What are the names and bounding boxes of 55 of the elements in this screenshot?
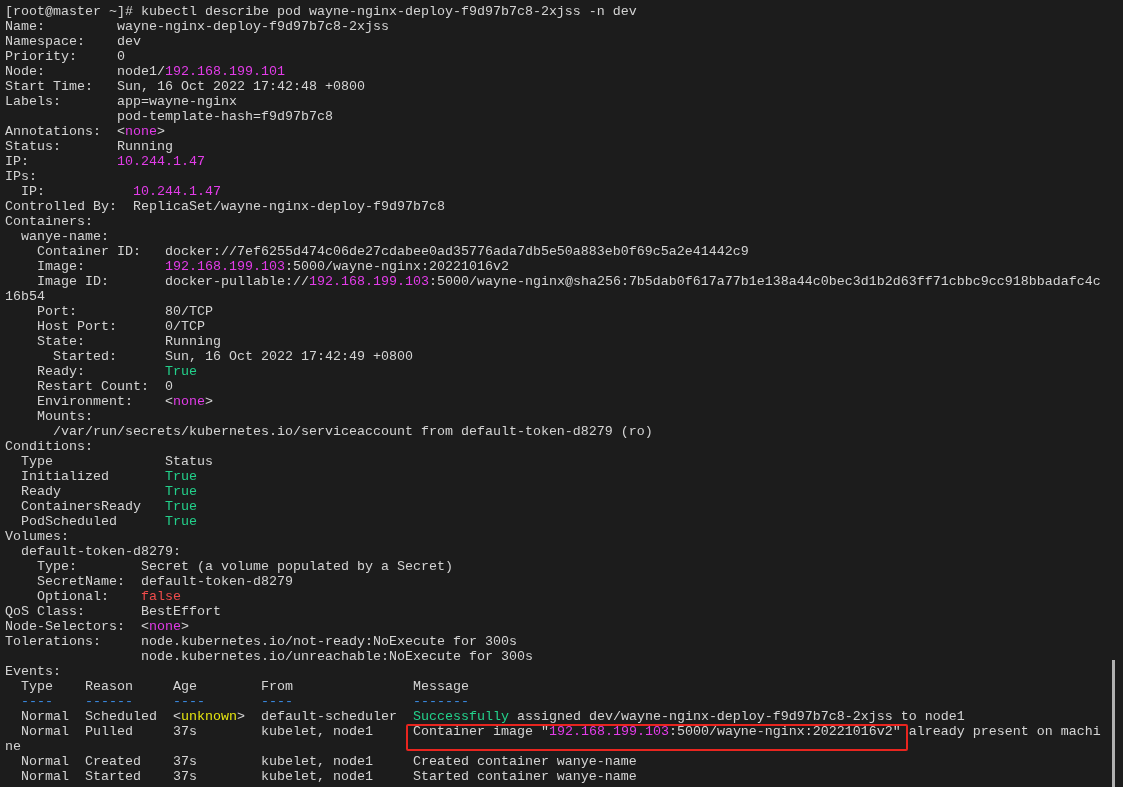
terminal-line: SecretName: default-token-d8279 (36, 574, 293, 589)
terminal-line: Annotations: <none> (5, 124, 165, 139)
terminal-line: Ready: True (36, 364, 197, 379)
highlighted-text: Container image "192.168.199.103:5000/wayne-nginx:20221016v2" (405, 724, 908, 751)
terminal-line: Volumes: (5, 529, 69, 544)
terminal-line: IP: 10.244.1.47 (5, 154, 205, 169)
terminal-line: ContainersReady True (20, 499, 197, 514)
terminal-line: Normal Created 37s kubelet, node1 Created container wanye-name (20, 754, 637, 769)
terminal-line: Optional: false (36, 589, 181, 604)
terminal-line: Ready True (20, 484, 197, 499)
terminal-line: Started: Sun, 16 Oct 2022 17:42:49 +0800 (52, 349, 413, 364)
terminal-line: IP: 10.244.1.47 (20, 184, 221, 199)
scrollbar-thumb[interactable] (1112, 660, 1115, 787)
terminal-line: Controlled By: ReplicaSet/wayne-nginx-deploy-f9d97b7c8 (5, 199, 445, 214)
terminal-line: 16b54 (5, 289, 45, 304)
terminal-line: IPs: (5, 169, 37, 184)
terminal-line: Namespace: dev (5, 34, 141, 49)
terminal-line: PodScheduled True (20, 514, 197, 529)
terminal-line: Restart Count: 0 (36, 379, 173, 394)
terminal-line: Container ID: docker://7ef6255d474c06de27cdabee0ad35776ada7db5e50a883eb0f69c5a2e41442c9 (36, 244, 749, 259)
terminal-text: Normal Pulled 37s kubelet, node1 (20, 724, 374, 739)
terminal-line: Image: 192.168.199.103:5000/wayne-nginx:20221016v2 (36, 259, 509, 274)
terminal-line: Node: node1/192.168.199.101 (5, 64, 285, 79)
terminal-line: Start Time: Sun, 16 Oct 2022 17:42:48 +0800 (5, 79, 365, 94)
terminal-line: Port: 80/TCP (36, 304, 213, 319)
terminal-line: Type Status (20, 454, 213, 469)
terminal-line: ---- ------ ---- ---- ------- (20, 694, 469, 709)
terminal-line: Environment: <none> (36, 394, 213, 409)
terminal-text: already present on machi (907, 724, 1101, 739)
terminal-line: default-token-d8279: (20, 544, 181, 559)
terminal-line: Normal Scheduled <unknown> default-scheduler Successfully assigned dev/wayne-nginx-deploy-f9d97b7c8-2xjss to node1 (20, 709, 965, 724)
terminal-line: ne (5, 739, 21, 754)
terminal-line: Containers: (5, 214, 93, 229)
terminal-line: Labels: app=wayne-nginx (5, 94, 237, 109)
terminal-line: Node-Selectors: <none> (5, 619, 189, 634)
terminal-line: Normal Started 37s kubelet, node1 Started container wanye-name (20, 769, 637, 784)
terminal-line: Image ID: docker-pullable://192.168.199.103:5000/wayne-nginx@sha256:7b5dab0f617a77b1e138a44c0bec3d1b2d63ff71cbbc9cc918bbadafc4c (36, 274, 1101, 289)
terminal-line: QoS Class: BestEffort (5, 604, 221, 619)
terminal-line: Mounts: (36, 409, 93, 424)
terminal-line: Type: Secret (a volume populated by a Secret) (36, 559, 453, 574)
terminal-line: Tolerations: node.kubernetes.io/not-ready:NoExecute for 300s (5, 634, 517, 649)
terminal-line: node.kubernetes.io/unreachable:NoExecute for 300s (139, 649, 533, 664)
terminal-line: Conditions: (5, 439, 93, 454)
terminal-line: wanye-name: (20, 229, 109, 244)
terminal-line: Type Reason Age From Message (20, 679, 469, 694)
terminal-line: Status: Running (5, 139, 173, 154)
terminal-line: Priority: 0 (5, 49, 125, 64)
terminal-line: /var/run/secrets/kubernetes.io/serviceaccount from default-token-d8279 (ro) (52, 424, 653, 439)
terminal-line: State: Running (36, 334, 221, 349)
terminal-line: Events: (5, 664, 61, 679)
terminal-line: Host Port: 0/TCP (36, 319, 205, 334)
terminal-line: pod-template-hash=f9d97b7c8 (115, 109, 333, 124)
terminal-line: Name: wayne-nginx-deploy-f9d97b7c8-2xjss (5, 19, 389, 34)
terminal-line: Initialized True (20, 469, 197, 484)
terminal-line: [root@master ~]# kubectl describe pod wayne-nginx-deploy-f9d97b7c8-2xjss -n dev (5, 4, 637, 19)
